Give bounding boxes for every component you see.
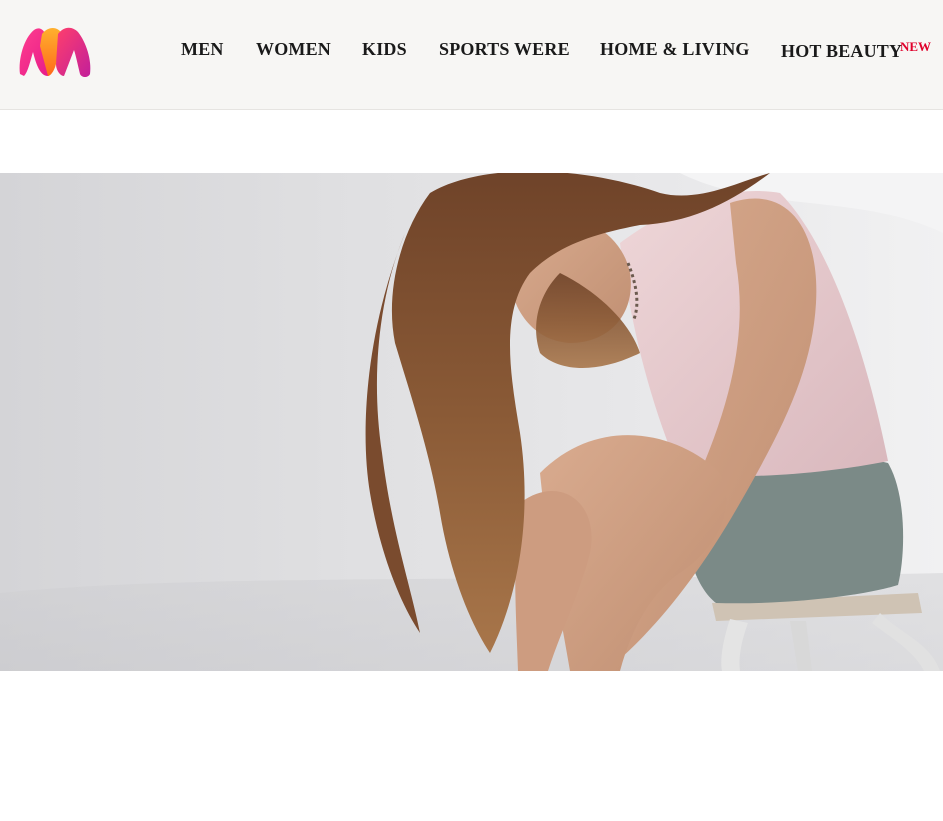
nav-hot-beauty[interactable]: HOT BEAUTY xyxy=(781,41,902,62)
nav-men[interactable]: MEN xyxy=(181,39,224,60)
top-header: MEN WOMEN KIDS SPORTS WERE HOME & LIVING… xyxy=(0,0,943,110)
nav-kids[interactable]: KIDS xyxy=(362,39,407,60)
nav-women[interactable]: WOMEN xyxy=(256,39,331,60)
model-photo xyxy=(0,173,943,671)
nav-home-living[interactable]: HOME & LIVING xyxy=(600,39,750,60)
nav-sports-were[interactable]: SPORTS WERE xyxy=(439,39,570,60)
myntra-logo-icon[interactable] xyxy=(18,24,92,78)
hero-banner[interactable] xyxy=(0,173,943,671)
new-badge: NEW xyxy=(900,39,932,54)
